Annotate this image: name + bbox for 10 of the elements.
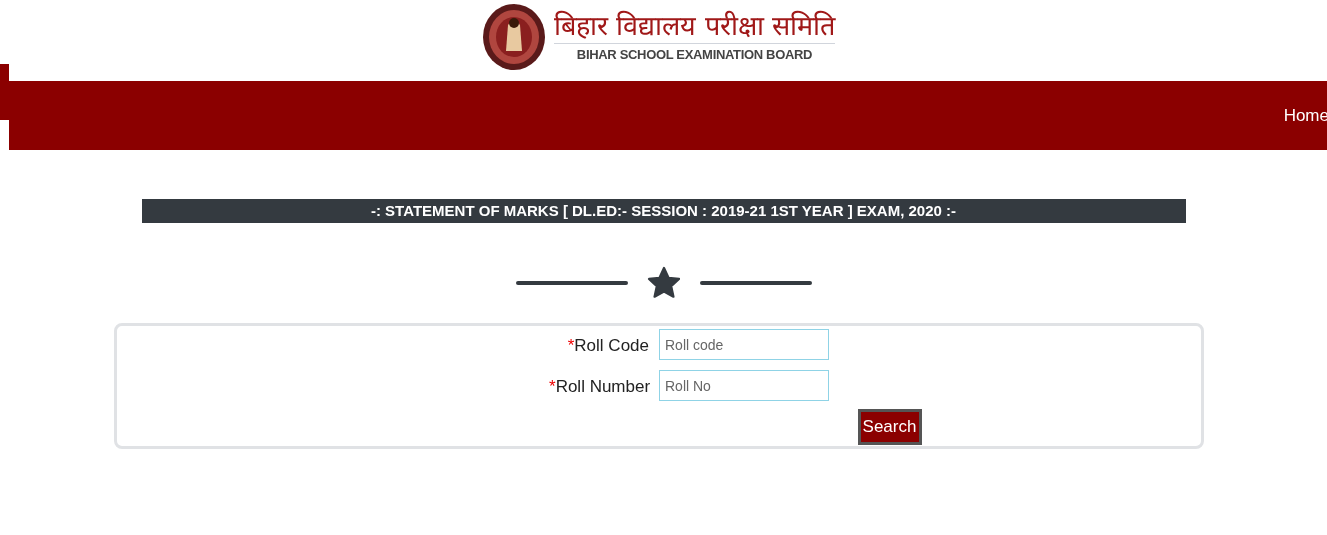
field-label: *Roll Number: [549, 376, 649, 398]
board-title-english: BIHAR SCHOOL EXAMINATION BOARD: [576, 45, 813, 64]
emblem-icon: [481, 3, 546, 71]
search-button[interactable]: Search: [857, 409, 922, 445]
board-title-hindi: बिहार विद्यालय परीक्षा समिति: [553, 8, 836, 44]
field-label: *Roll Code: [566, 335, 649, 357]
star-icon: [645, 265, 682, 301]
text-field[interactable]: Roll code: [659, 329, 829, 360]
page-heading: -: STATEMENT OF MARKS [ DL.ED:- SESSION : 2019-21 1ST YEAR ] EXAM, 2020 :-: [141, 199, 1186, 223]
text-field[interactable]: Roll No: [659, 370, 829, 401]
